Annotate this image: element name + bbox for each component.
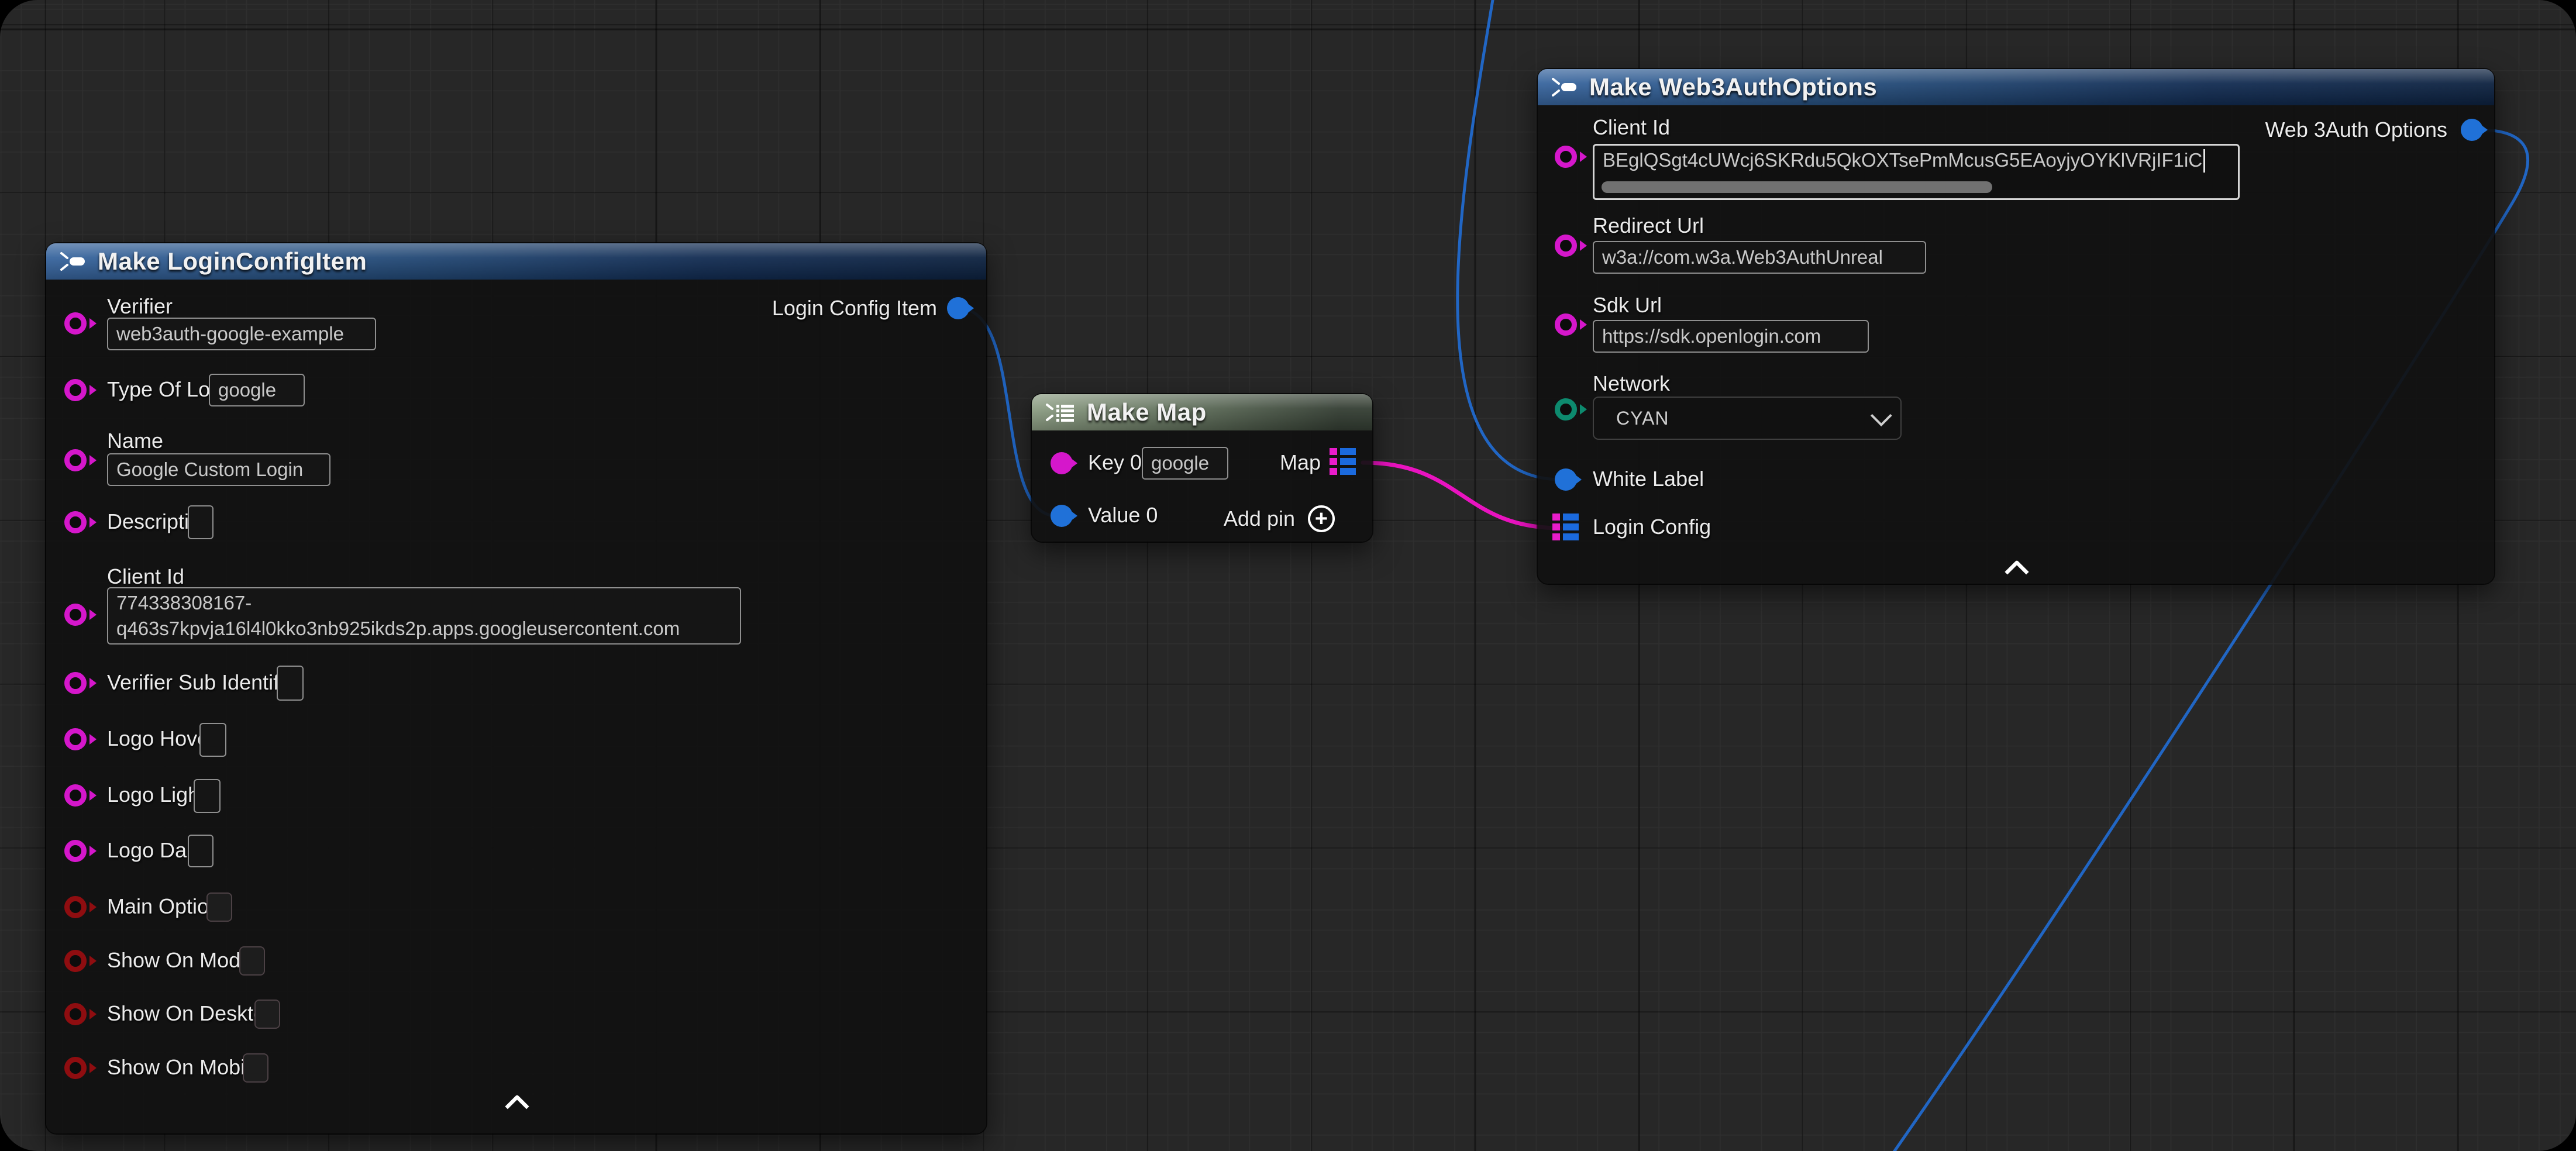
pin-key-0[interactable]: [1051, 452, 1073, 474]
logo-light-field[interactable]: [194, 779, 221, 813]
node-title: Make Web3AuthOptions: [1589, 73, 1877, 101]
collapse-chevron-icon[interactable]: [504, 1095, 530, 1110]
make-map-icon: [1045, 400, 1077, 425]
pin-white-label[interactable]: [1555, 468, 1577, 491]
show-on-desktop-checkbox[interactable]: [254, 1000, 280, 1029]
node-make-loginconfigitem[interactable]: Make LoginConfigItem Login Config Item V…: [46, 243, 986, 1133]
pin-label-white-label: White Label: [1593, 466, 1704, 492]
collapse-chevron-icon[interactable]: [2004, 560, 2030, 576]
pin-label-verifier: Verifier: [107, 294, 173, 319]
network-selected-value: CYAN: [1616, 408, 1669, 429]
node-header-make-web3authoptions[interactable]: Make Web3AuthOptions: [1538, 69, 2494, 105]
pin-verifier[interactable]: [64, 312, 87, 335]
text-caret: [2203, 149, 2205, 173]
verifier-field[interactable]: web3auth-google-example: [107, 318, 376, 350]
blueprint-canvas[interactable]: Make LoginConfigItem Login Config Item V…: [0, 0, 2576, 1151]
pin-client-id[interactable]: [1555, 146, 1577, 168]
pin-label-login-config: Login Config: [1593, 514, 1711, 540]
pin-label-map: Map: [1280, 450, 1321, 475]
client-id-line2: q463s7kpvja16l4l0kko3nb925ikds2p.apps.go…: [116, 616, 680, 642]
pin-out-web3auth-options[interactable]: [2461, 119, 2483, 141]
pin-label-web3auth-options: Web 3Auth Options: [2265, 117, 2447, 143]
sdk-url-field[interactable]: https://sdk.openlogin.com: [1593, 320, 1869, 353]
pin-login-config[interactable]: [1552, 514, 1579, 540]
make-struct-icon: [1551, 75, 1580, 99]
pin-label-key-0: Key 0: [1088, 450, 1142, 475]
pin-label-login-config-item: Login Config Item: [772, 295, 937, 321]
pin-label-value-0: Value 0: [1088, 502, 1158, 528]
client-id-field[interactable]: BEglQSgt4cUWcj6SKRdu5QkOXTsePmMcusG5EAoy…: [1593, 144, 2240, 200]
pin-description[interactable]: [64, 511, 87, 533]
add-pin-button[interactable]: Add pin +: [1224, 505, 1335, 532]
pin-label-name: Name: [107, 428, 163, 454]
field-scrollbar[interactable]: [1602, 181, 1992, 193]
client-id-line1: 774338308167-: [116, 590, 252, 616]
redirect-url-field[interactable]: w3a://com.w3a.Web3AuthUnreal: [1593, 241, 1926, 274]
node-make-map[interactable]: Make Map Key 0 google Map Value 0 Add pi…: [1032, 394, 1372, 542]
pin-label-redirect-url: Redirect Url: [1593, 213, 1704, 239]
pin-client-id[interactable]: [64, 604, 87, 626]
pin-show-on-mobile[interactable]: [64, 1057, 87, 1079]
pin-logo-light[interactable]: [64, 784, 87, 807]
client-id-value: BEglQSgt4cUWcj6SKRdu5QkOXTsePmMcusG5EAoy…: [1603, 149, 2202, 171]
logo-dark-field[interactable]: [188, 835, 213, 867]
pin-value-0[interactable]: [1051, 505, 1073, 527]
pin-sdk-url[interactable]: [1555, 313, 1577, 336]
chevron-down-icon: [1871, 405, 1892, 426]
pin-name[interactable]: [64, 449, 87, 471]
add-pin-plus-icon: +: [1308, 505, 1335, 532]
pin-label-network: Network: [1593, 371, 1670, 397]
pin-verifier-sub-identifier[interactable]: [64, 672, 87, 694]
show-on-modal-checkbox[interactable]: [239, 946, 265, 976]
pin-type-of-login[interactable]: [64, 379, 87, 401]
make-struct-icon: [59, 250, 88, 273]
verifier-sub-identifier-field[interactable]: [277, 666, 304, 701]
pin-main-option[interactable]: [64, 896, 87, 918]
logo-hover-field[interactable]: [199, 723, 226, 757]
pin-label-main-option: Main Option: [107, 894, 221, 919]
wire-map-to-loginconfig: [1363, 463, 1561, 528]
show-on-mobile-checkbox[interactable]: [243, 1053, 268, 1083]
pin-label-client-id: Client Id: [107, 564, 184, 590]
node-title: Make LoginConfigItem: [98, 247, 367, 275]
main-option-checkbox[interactable]: [206, 892, 232, 922]
type-of-login-field[interactable]: google: [209, 374, 305, 406]
pin-network[interactable]: [1555, 398, 1577, 421]
pin-label-logo-light: Logo Light: [107, 782, 205, 808]
node-header-make-map[interactable]: Make Map: [1032, 394, 1372, 430]
pin-logo-dark[interactable]: [64, 840, 87, 862]
pin-out-login-config-item[interactable]: [947, 297, 969, 319]
client-id-field[interactable]: 774338308167- q463s7kpvja16l4l0kko3nb925…: [107, 587, 741, 645]
description-field[interactable]: [188, 505, 213, 539]
pin-show-on-desktop[interactable]: [64, 1003, 87, 1025]
node-title: Make Map: [1087, 398, 1207, 426]
name-field[interactable]: Google Custom Login: [107, 453, 330, 486]
node-header-make-loginconfigitem[interactable]: Make LoginConfigItem: [46, 243, 986, 280]
key-0-field[interactable]: google: [1142, 447, 1228, 480]
add-pin-label: Add pin: [1224, 506, 1295, 532]
pin-label-client-id: Client Id: [1593, 115, 1670, 140]
pin-label-show-on-modal: Show On Modal: [107, 947, 257, 973]
pin-label-sdk-url: Sdk Url: [1593, 292, 1662, 318]
pin-label-verifier-sub-identifier: Verifier Sub Identifier: [107, 670, 302, 695]
network-dropdown[interactable]: CYAN: [1593, 397, 1902, 440]
pin-logo-hover[interactable]: [64, 728, 87, 750]
pin-label-show-on-desktop: Show On Desktop: [107, 1001, 277, 1026]
pin-show-on-modal[interactable]: [64, 950, 87, 972]
pin-redirect-url[interactable]: [1555, 235, 1577, 257]
pin-label-show-on-mobile: Show On Mobile: [107, 1054, 261, 1080]
pin-out-map[interactable]: [1330, 448, 1356, 475]
node-make-web3authoptions[interactable]: Make Web3AuthOptions Web 3Auth Options C…: [1538, 69, 2494, 584]
